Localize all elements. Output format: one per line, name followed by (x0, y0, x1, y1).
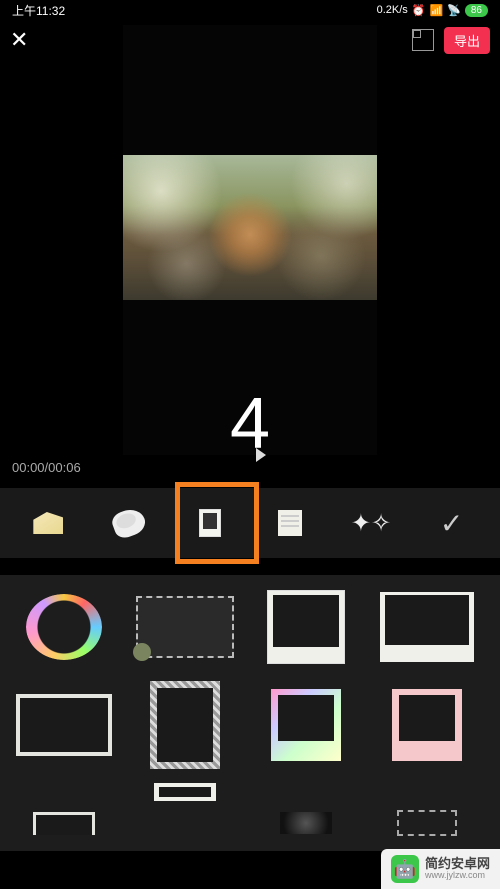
expand-icon[interactable] (412, 29, 434, 51)
frame-polaroid-portrait[interactable] (256, 587, 356, 667)
time-current: 00:00 (12, 460, 45, 475)
alarm-icon: ⏰ (412, 4, 426, 17)
watermark-title: 简约安卓网 (425, 857, 490, 871)
cheese-icon (33, 512, 63, 534)
sparkle-icon: ✦✧ (351, 509, 391, 538)
banana-icon (110, 505, 149, 540)
watermark: 🤖 简约安卓网 www.jylzw.com (381, 849, 500, 889)
status-time: 上午11:32 (12, 2, 65, 19)
preview-video-frame (123, 155, 377, 300)
notepad-icon (278, 510, 302, 536)
wifi-icon: 📡 (447, 4, 461, 17)
frame-emoji-wreath[interactable] (14, 587, 114, 667)
frame-thick-white[interactable] (14, 685, 114, 765)
category-cheese[interactable] (26, 501, 70, 545)
category-sparkle[interactable]: ✦✧ (349, 501, 393, 545)
close-icon[interactable]: ✕ (10, 27, 28, 53)
status-bar: 上午11:32 0.2K/s ⏰ 📶 📡 86 (0, 0, 500, 20)
watermark-url: www.jylzw.com (425, 871, 490, 881)
category-notepad[interactable] (268, 501, 312, 545)
timeline-display: 00:00/00:06 (12, 460, 81, 475)
confirm-button[interactable]: ✓ (430, 501, 474, 545)
frame-holographic[interactable] (256, 685, 356, 765)
android-icon: 🤖 (391, 855, 419, 883)
category-banana[interactable] (107, 501, 151, 545)
frame-pink-polaroid[interactable] (377, 685, 477, 765)
status-right: 0.2K/s ⏰ 📶 📡 86 (377, 4, 488, 17)
topbar-right: 导出 (412, 27, 490, 54)
battery-badge: 86 (465, 4, 488, 17)
time-total: 00:06 (48, 460, 81, 475)
frame-newspaper[interactable] (135, 685, 235, 765)
frame-tab-paper[interactable] (135, 783, 235, 863)
preview-pane[interactable]: 4 (123, 25, 377, 455)
check-icon: ✓ (440, 507, 463, 540)
playhead-icon[interactable] (256, 448, 266, 462)
frames-grid (0, 575, 500, 851)
frame-polaroid-landscape[interactable] (377, 587, 477, 667)
signal-icon: 📶 (429, 4, 443, 17)
status-net: 0.2K/s (377, 4, 408, 16)
frame-radial-dark[interactable] (256, 783, 356, 863)
frame-tab-white[interactable] (14, 783, 114, 863)
export-button[interactable]: 导出 (444, 27, 490, 54)
category-selection-highlight (175, 482, 259, 564)
frame-ticket-stamp[interactable] (135, 587, 235, 667)
